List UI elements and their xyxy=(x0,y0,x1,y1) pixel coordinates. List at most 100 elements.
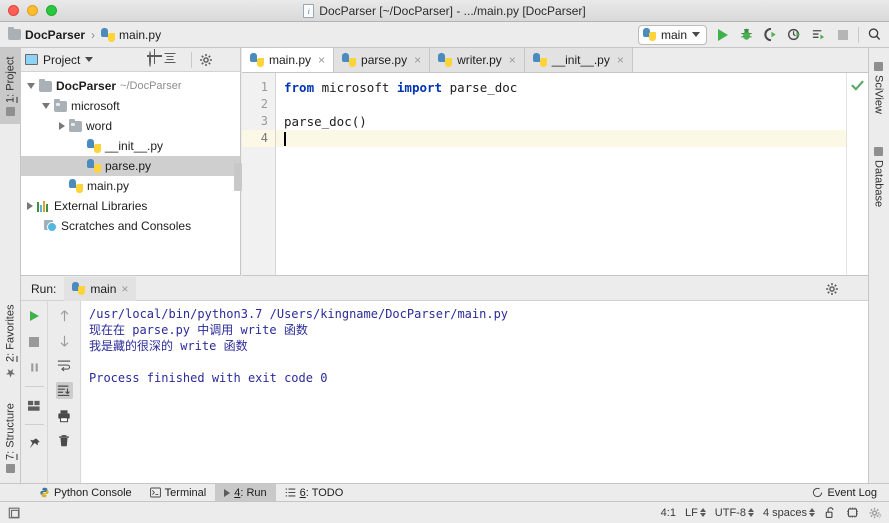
debug-button[interactable] xyxy=(738,26,755,43)
run-configuration-label: main xyxy=(660,27,687,42)
close-icon[interactable]: × xyxy=(121,282,128,296)
minimize-window-button[interactable] xyxy=(27,5,38,16)
editor-tab-writer-py[interactable]: writer.py × xyxy=(430,48,525,72)
toggle-toolwindows-button[interactable] xyxy=(0,506,22,520)
code-text-area[interactable]: from microsoft import parse_doc parse_do… xyxy=(276,73,846,275)
tree-node-label: parse.py xyxy=(105,159,152,173)
editor-tabs: main.py × parse.py × writer.py × __init_… xyxy=(242,48,868,73)
lock-button[interactable] xyxy=(824,506,837,520)
project-panel-scrollbar[interactable] xyxy=(234,163,242,191)
run-panel-label: Run: xyxy=(31,281,57,296)
close-icon[interactable]: × xyxy=(617,53,624,67)
title-bar: i DocParser [~/DocParser] - .../main.py … xyxy=(0,0,889,22)
up-stacktrace-button[interactable] xyxy=(56,307,73,324)
tree-node-word[interactable]: word xyxy=(21,116,240,136)
ide-settings-button[interactable]: ? xyxy=(868,506,882,520)
sidebar-item-favorites[interactable]: ★ 2: Favorites xyxy=(0,296,21,388)
restore-layout-button[interactable] xyxy=(26,397,43,414)
editor-tab-parse-py[interactable]: parse.py × xyxy=(334,48,431,72)
hide-panel-button[interactable] xyxy=(220,52,236,68)
caret-position[interactable]: 4:1 xyxy=(661,507,676,519)
close-icon[interactable]: × xyxy=(414,53,421,67)
editor-inspection-gutter[interactable] xyxy=(846,73,868,275)
navigation-bar: DocParser › main.py main xyxy=(0,22,889,48)
chevron-down-icon[interactable] xyxy=(42,103,50,109)
rerun-button[interactable] xyxy=(26,307,43,324)
pause-output-button[interactable] xyxy=(26,359,43,376)
memory-indicator-icon xyxy=(847,507,858,518)
indent-chooser[interactable]: 4 spaces xyxy=(763,507,815,519)
select-opened-file-button[interactable] xyxy=(147,50,163,68)
editor-tab-init-py[interactable]: __init__.py × xyxy=(524,48,633,72)
python-file-icon xyxy=(532,53,547,67)
close-icon[interactable]: × xyxy=(509,53,516,67)
run-coverage-button[interactable] xyxy=(762,26,779,43)
tree-node-scratches[interactable]: Scratches and Consoles xyxy=(21,216,240,236)
bottom-tab-label: 4: Run xyxy=(234,486,267,499)
console-line: 现在在 parse.py 中调用 write 函数 xyxy=(89,323,308,337)
tree-node-external-libraries[interactable]: External Libraries xyxy=(21,196,240,216)
event-log-label: Event Log xyxy=(827,486,877,499)
encoding-chooser[interactable]: UTF-8 xyxy=(715,507,754,519)
tree-node-docparser[interactable]: DocParser ~/DocParser xyxy=(21,76,240,96)
tree-node-label: External Libraries xyxy=(54,199,148,213)
database-icon xyxy=(874,146,883,156)
stop-button[interactable] xyxy=(834,26,851,43)
tree-node-main-py[interactable]: main.py xyxy=(21,176,240,196)
window-controls xyxy=(0,5,57,16)
bottom-tab-terminal[interactable]: Terminal xyxy=(141,484,216,502)
close-window-button[interactable] xyxy=(8,5,19,16)
chevron-right-icon[interactable] xyxy=(59,122,65,130)
run-console-output[interactable]: /usr/local/bin/python3.7 /Users/kingname… xyxy=(81,301,868,483)
line-separator-chooser[interactable]: LF xyxy=(685,507,706,519)
pin-tab-button[interactable] xyxy=(26,435,43,452)
chevron-down-icon[interactable] xyxy=(27,83,35,89)
event-log-icon xyxy=(813,487,823,498)
bottom-tool-window-bar: Python Console Terminal 4: Run 6: TODO E… xyxy=(0,483,889,502)
event-log-button[interactable]: Event Log xyxy=(803,484,889,502)
collapse-all-button[interactable] xyxy=(164,52,185,68)
sidebar-item-project[interactable]: 1: Project xyxy=(0,48,21,124)
close-icon[interactable]: × xyxy=(318,53,325,67)
soft-wrap-button[interactable] xyxy=(56,357,73,374)
breadcrumb-item-mainpy[interactable]: main.py xyxy=(101,27,161,42)
bottom-tab-todo[interactable]: 6: TODO xyxy=(276,484,353,502)
tree-node-label: word xyxy=(86,119,113,133)
tree-node-parse-py[interactable]: parse.py xyxy=(21,156,240,176)
folder-icon xyxy=(39,78,52,92)
bottom-tab-run[interactable]: 4: Run xyxy=(215,483,276,502)
code-line-4 xyxy=(276,130,846,147)
sidebar-item-sciview[interactable]: SciView xyxy=(868,52,889,124)
structure-icon xyxy=(6,463,15,473)
breadcrumb-label: DocParser xyxy=(25,27,86,42)
tree-node-microsoft[interactable]: microsoft xyxy=(21,96,240,116)
stop-button[interactable] xyxy=(26,333,43,350)
breadcrumb-item-docparser[interactable]: DocParser xyxy=(8,27,86,42)
gear-icon xyxy=(200,53,212,66)
hide-run-button[interactable] xyxy=(848,281,864,297)
search-everywhere-button[interactable] xyxy=(866,26,883,43)
code-text: parse_doc() xyxy=(284,114,367,129)
print-button[interactable] xyxy=(56,407,73,424)
maximize-window-button[interactable] xyxy=(46,5,57,16)
sidebar-item-database[interactable]: Database xyxy=(868,136,889,218)
settings-button[interactable] xyxy=(198,52,214,68)
run-configuration-selector[interactable]: main xyxy=(637,24,707,45)
bottom-tab-python-console[interactable]: Python Console xyxy=(30,484,141,502)
memory-indicator[interactable] xyxy=(846,506,859,520)
run-tab-main[interactable]: main × xyxy=(64,276,137,301)
project-view-selector[interactable]: Project xyxy=(25,53,94,67)
sidebar-item-structure[interactable]: 7: Structure xyxy=(0,392,21,484)
run-settings-button[interactable] xyxy=(824,281,840,297)
profile-button[interactable] xyxy=(786,26,803,43)
scroll-to-end-button[interactable] xyxy=(55,382,73,399)
clear-all-button[interactable] xyxy=(56,432,73,449)
editor-tab-main-py[interactable]: main.py × xyxy=(242,48,335,72)
chevron-down-icon xyxy=(692,32,700,37)
profile-icon xyxy=(787,28,801,41)
down-stacktrace-button[interactable] xyxy=(56,332,73,349)
chevron-right-icon[interactable] xyxy=(27,202,33,210)
attach-button[interactable] xyxy=(810,26,827,43)
run-button[interactable] xyxy=(714,26,731,43)
tree-node-init-py[interactable]: __init__.py xyxy=(21,136,240,156)
